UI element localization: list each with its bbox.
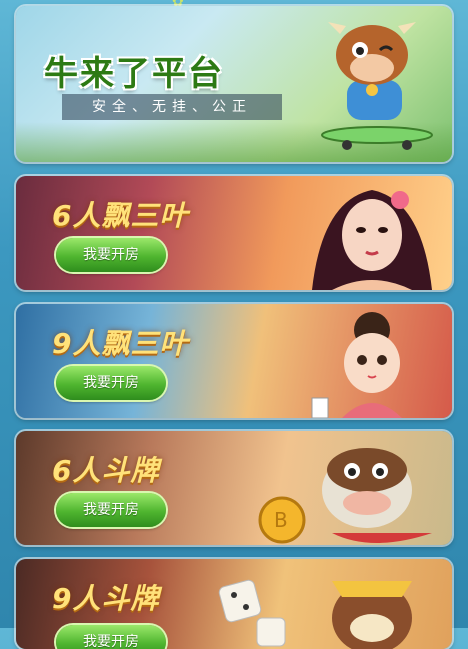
room-card-9-piaosanye[interactable]: 9人飘三叶 我要开房 [16,304,452,418]
dice-bull-king-icon [218,579,412,649]
room-title: 6人飘三叶 [52,199,189,232]
platform-banner: 牛来了平台 安全、无挂、公正 [16,6,452,162]
create-room-button[interactable]: 我要开房 [56,238,166,272]
banner-tagline: 安全、无挂、公正 [62,94,282,120]
room-title: 9人飘三叶 [52,327,189,360]
girl-character-icon [311,312,402,418]
svg-text:B: B [274,508,288,532]
create-room-button[interactable]: 我要开房 [56,625,166,649]
room-card-6-piaosanye[interactable]: 6人飘三叶 我要开房 [16,176,452,290]
room-title: 6人斗牌 [52,454,160,487]
room-card-9-doupai[interactable]: 9人斗牌 我要开房 [16,559,452,649]
create-room-button[interactable]: 我要开房 [56,493,166,527]
create-room-button[interactable]: 我要开房 [56,366,166,400]
room-title: 9人斗牌 [52,582,160,615]
lady-character-icon [312,190,432,290]
room-card-6-doupai[interactable]: 6人斗牌 我要开房 B [16,431,452,545]
bull-coin-icon: B [258,448,432,544]
cow-skateboard-mascot-icon [321,22,433,150]
banner-title: 牛来了平台 [44,54,224,94]
